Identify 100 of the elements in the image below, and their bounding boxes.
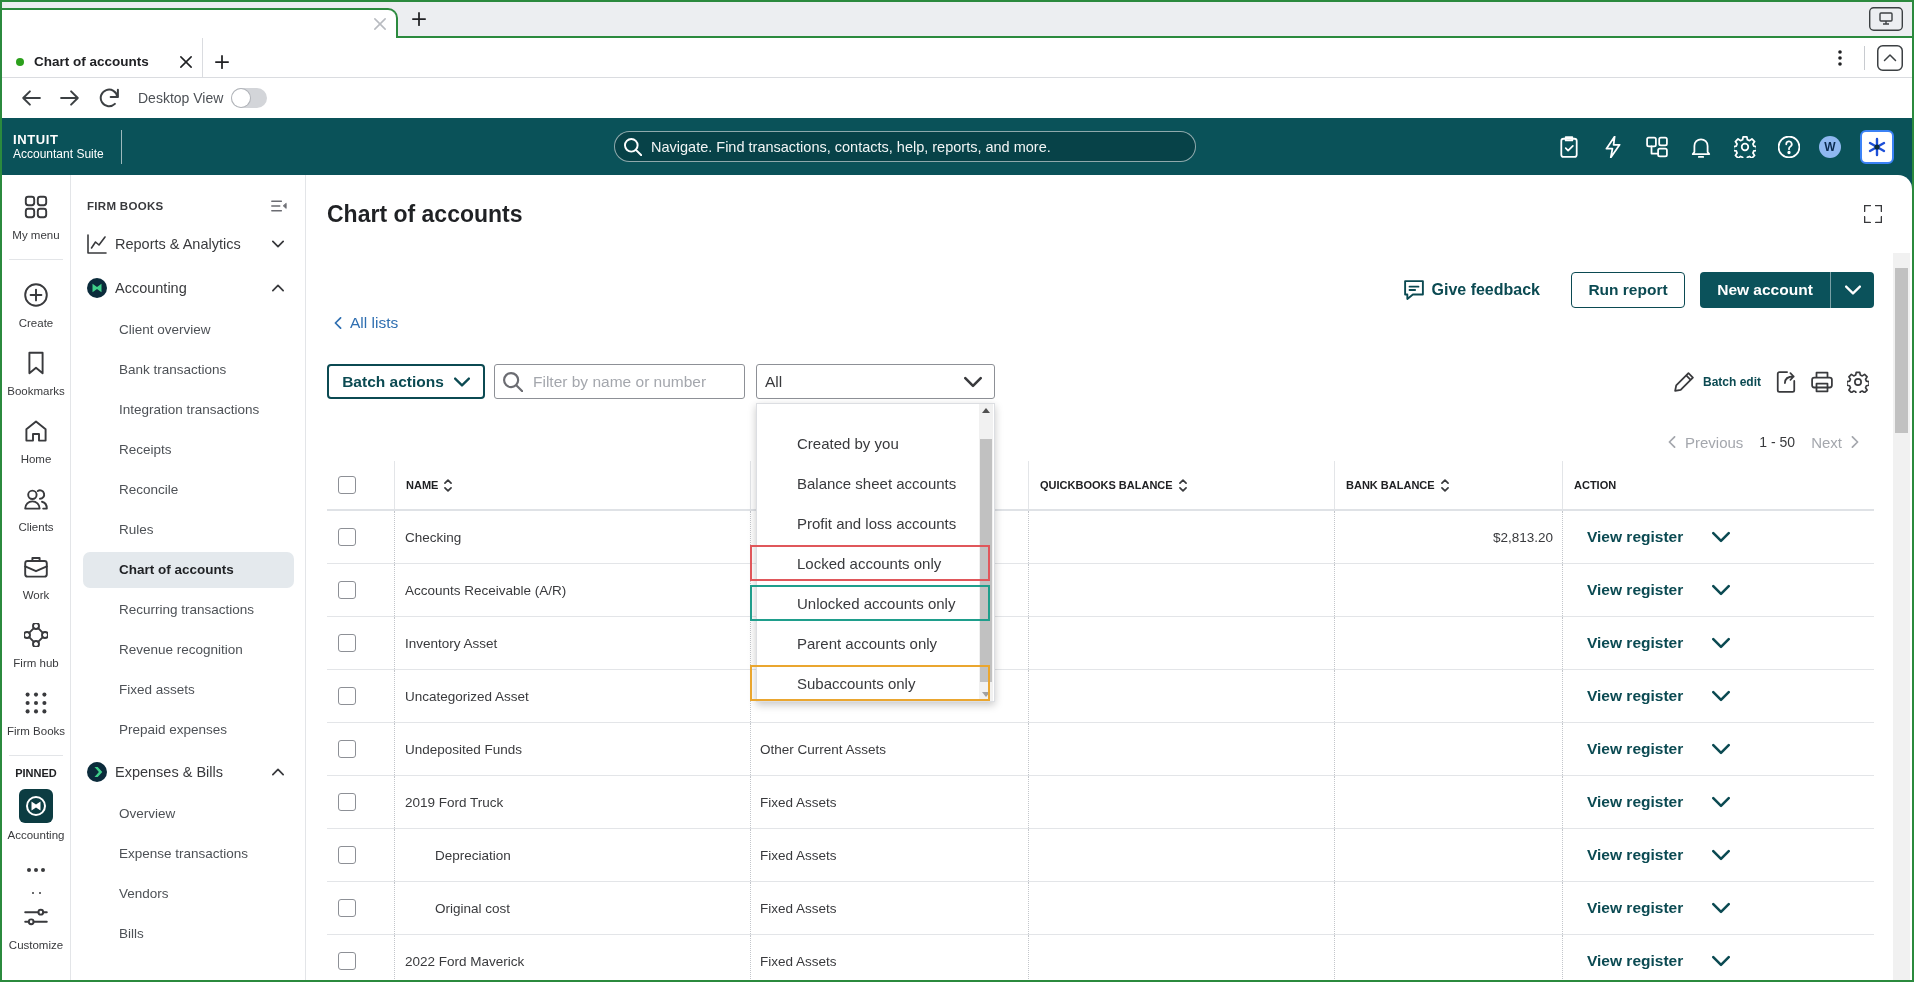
scrollbar[interactable]: [1893, 253, 1910, 980]
new-account-menu-button[interactable]: [1830, 272, 1874, 308]
row-checkbox[interactable]: [338, 899, 356, 917]
nav-item[interactable]: Receipts: [83, 432, 294, 468]
select-all-checkbox[interactable]: [338, 476, 356, 494]
nav-item[interactable]: Bank transactions: [83, 352, 294, 388]
filter-field[interactable]: Filter by name or number: [494, 364, 745, 399]
account-type-select[interactable]: All: [756, 364, 995, 399]
run-report-button[interactable]: Run report: [1571, 272, 1685, 308]
more-vert-icon[interactable]: [1838, 49, 1842, 66]
view-register-link[interactable]: View register: [1587, 528, 1684, 546]
browser-tab[interactable]: [2, 8, 398, 38]
reload-icon[interactable]: [99, 88, 119, 108]
dropdown-option[interactable]: Profit and loss accounts: [750, 505, 990, 541]
view-register-link[interactable]: View register: [1587, 687, 1684, 705]
row-checkbox[interactable]: [338, 740, 356, 758]
nav-section[interactable]: Accounting: [71, 268, 305, 308]
close-icon[interactable]: [180, 55, 192, 68]
rail-item[interactable]: Clients: [2, 475, 70, 543]
nav-section[interactable]: Reports & Analytics: [71, 224, 305, 264]
column-header[interactable]: NAME: [394, 461, 750, 509]
browser-tab[interactable]: Chart of accounts: [2, 38, 203, 77]
view-register-link[interactable]: View register: [1587, 581, 1684, 599]
table-cell: Inventory Asset: [394, 617, 750, 669]
nav-item[interactable]: Fixed assets: [83, 672, 294, 708]
chevron-up-icon[interactable]: [1877, 44, 1903, 71]
rail-item[interactable]: My menu: [2, 183, 70, 251]
nav-item[interactable]: Prepaid expenses: [83, 712, 294, 748]
nav-item[interactable]: Recurring transactions: [83, 592, 294, 628]
printer-icon[interactable]: [1811, 370, 1833, 393]
nav-item[interactable]: Overview: [83, 796, 294, 832]
new-account-button[interactable]: New account: [1700, 272, 1830, 308]
table-cell: Fixed Assets: [750, 829, 1028, 881]
rail-item[interactable]: Work: [2, 543, 70, 611]
plus-icon[interactable]: [412, 12, 426, 26]
row-checkbox[interactable]: [338, 528, 356, 546]
rail-item[interactable]: Firm hub: [2, 611, 70, 679]
sparkle-tile-icon[interactable]: [1860, 129, 1894, 164]
desktop-view-toggle[interactable]: [231, 88, 268, 108]
view-register-link[interactable]: View register: [1587, 899, 1684, 917]
row-checkbox[interactable]: [338, 952, 356, 970]
dropdown-option[interactable]: Balance sheet accounts: [750, 465, 990, 501]
search-field[interactable]: Navigate. Find transactions, contacts, help, reports, and more.: [614, 131, 1196, 162]
nav-section[interactable]: Expenses & Bills: [71, 752, 305, 792]
triangle-up-icon[interactable]: [982, 408, 990, 413]
nav-item[interactable]: Client overview: [83, 312, 294, 348]
widgets-icon[interactable]: [1646, 135, 1668, 158]
table-cell: Uncategorized Asset: [394, 670, 750, 722]
settings-icon[interactable]: [1847, 370, 1869, 393]
scrollbar[interactable]: [979, 404, 993, 701]
view-register-link[interactable]: View register: [1587, 740, 1684, 758]
dropdown-option[interactable]: Subaccounts only: [750, 665, 990, 701]
expand-icon[interactable]: [1864, 205, 1882, 223]
nav-item[interactable]: Vendors: [83, 876, 294, 912]
column-header[interactable]: BANK BALANCE: [1334, 461, 1562, 509]
row-checkbox[interactable]: [338, 793, 356, 811]
view-register-link[interactable]: View register: [1587, 793, 1684, 811]
row-checkbox[interactable]: [338, 687, 356, 705]
row-checkbox[interactable]: [338, 634, 356, 652]
clipboard-check-icon[interactable]: [1558, 135, 1580, 158]
column-header[interactable]: QUICKBOOKS BALANCE: [1028, 461, 1334, 509]
batch-actions-button[interactable]: Batch actions: [327, 364, 485, 399]
pinned-item[interactable]: Accounting: [7, 789, 65, 842]
forward-arrow-icon[interactable]: [60, 88, 80, 108]
nav-item[interactable]: Chart of accounts: [83, 552, 294, 588]
nav-item[interactable]: Reconcile: [83, 472, 294, 508]
nav-item[interactable]: Expense transactions: [83, 836, 294, 872]
row-checkbox[interactable]: [338, 581, 356, 599]
nav-item[interactable]: Rules: [83, 512, 294, 548]
table-cell: Fixed Assets: [750, 882, 1028, 934]
chevron-left-icon: [1666, 436, 1678, 448]
batch-edit-link[interactable]: Batch edit: [1674, 371, 1761, 392]
monitor-icon[interactable]: [1869, 7, 1903, 31]
view-register-link[interactable]: View register: [1587, 952, 1684, 970]
back-arrow-icon[interactable]: [21, 88, 41, 108]
help-icon[interactable]: [1778, 135, 1800, 158]
nav-item[interactable]: Revenue recognition: [83, 632, 294, 668]
more-icon[interactable]: [27, 868, 45, 872]
dropdown-option[interactable]: Locked accounts only: [750, 545, 990, 581]
view-register-link[interactable]: View register: [1587, 634, 1684, 652]
customize-item[interactable]: Customize: [2, 894, 70, 952]
export-icon[interactable]: [1775, 370, 1797, 393]
rail-item[interactable]: Firm Books: [2, 679, 70, 747]
view-register-link[interactable]: View register: [1587, 846, 1684, 864]
dropdown-option[interactable]: Unlocked accounts only: [750, 585, 990, 621]
chevron-right-icon: [1849, 436, 1861, 448]
row-checkbox[interactable]: [338, 846, 356, 864]
user-avatar[interactable]: W: [1819, 135, 1841, 158]
nav-item[interactable]: Bills: [83, 916, 294, 952]
nav-item[interactable]: Integration transactions: [83, 392, 294, 428]
dropdown-option[interactable]: Parent accounts only: [750, 625, 990, 661]
rail-item[interactable]: Home: [2, 407, 70, 475]
chevron-up-icon: [272, 282, 284, 294]
collapse-menu-icon[interactable]: [271, 197, 287, 214]
rail-item[interactable]: Bookmarks: [2, 339, 70, 407]
dropdown-option[interactable]: Created by you: [750, 425, 990, 461]
feedback-link[interactable]: Give feedback: [1403, 280, 1540, 300]
plus-icon[interactable]: [215, 54, 229, 69]
back-link[interactable]: All lists: [332, 313, 399, 333]
rail-item[interactable]: Create: [2, 271, 70, 339]
